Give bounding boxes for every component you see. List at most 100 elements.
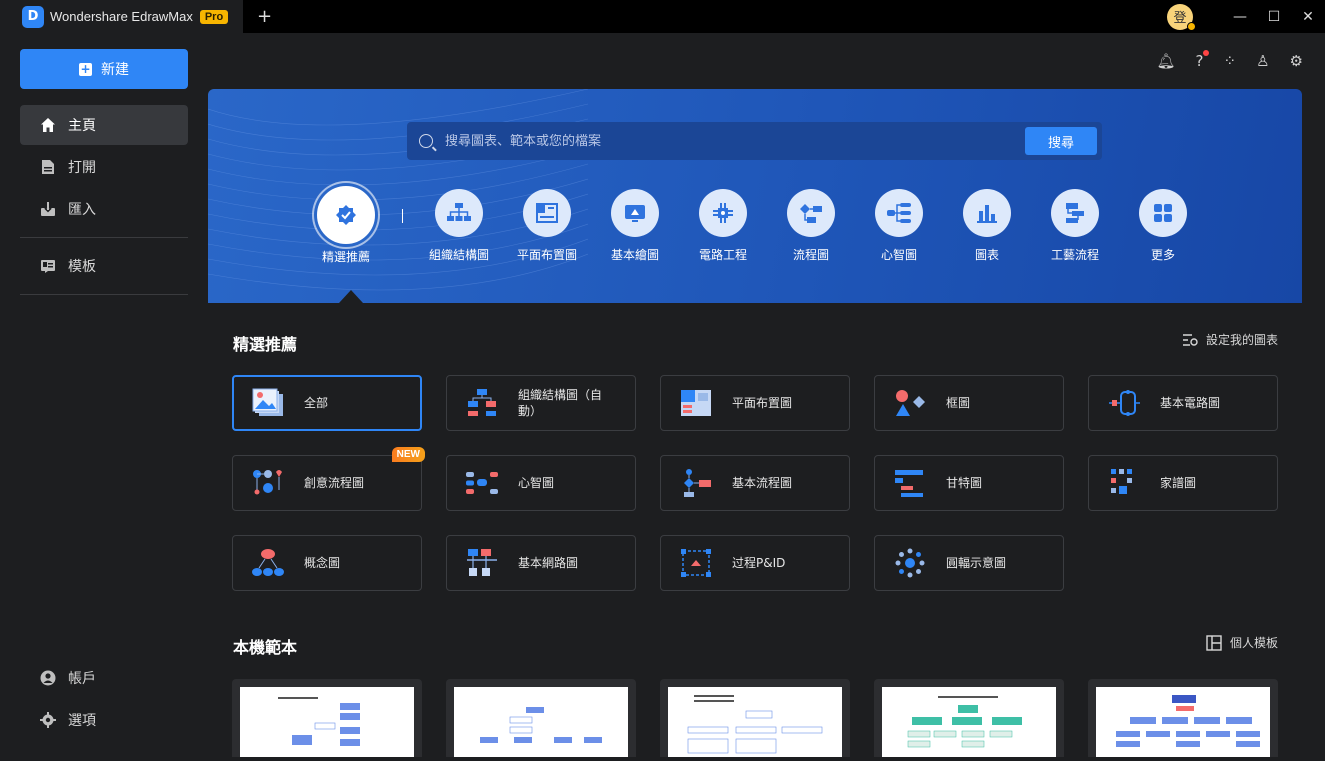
new-button[interactable]: + 新建 [20, 49, 188, 89]
pro-badge: Pro [199, 9, 229, 24]
title-bar: D Wondershare EdrawMax Pro + 登 — ☐ ✕ [0, 0, 1325, 33]
category-circuit[interactable]: 電路工程 [683, 189, 763, 263]
template-card-all[interactable]: 全部 [232, 375, 422, 431]
template-icon [40, 258, 56, 274]
avatar[interactable]: 登 [1167, 3, 1196, 31]
process-flow-icon [1051, 189, 1099, 237]
import-icon [40, 201, 56, 217]
selected-category-pointer [339, 290, 363, 303]
customize-icon [1182, 333, 1198, 346]
new-badge: NEW [391, 447, 425, 462]
crown-icon [1187, 21, 1196, 31]
featured-section-title: 精選推薦 [233, 335, 298, 354]
minimize-button[interactable]: — [1223, 9, 1257, 25]
template-thumbnail[interactable] [232, 679, 422, 757]
template-card-block-diagram[interactable]: 框圖 [874, 375, 1064, 431]
search-icon [419, 134, 433, 148]
sidebar-divider [20, 294, 188, 295]
sidebar-divider [20, 237, 188, 238]
new-tab-button[interactable]: + [257, 6, 272, 27]
mind-map-icon [465, 468, 499, 498]
sidebar-item-options[interactable]: 選項 [20, 700, 188, 740]
basic-drawing-icon [611, 189, 659, 237]
flowchart-icon [679, 468, 713, 498]
bell-icon[interactable]: 🔔︎ [1157, 52, 1176, 70]
sidebar-item-import[interactable]: 匯入 [20, 189, 188, 229]
more-grid-icon [1139, 189, 1187, 237]
category-more[interactable]: 更多 [1123, 189, 1203, 263]
file-icon [40, 159, 56, 175]
category-floor-plan[interactable]: 平面布置圖 [507, 189, 587, 263]
gantt-icon [893, 468, 927, 498]
template-card-creative-flowchart[interactable]: 創意流程圖 NEW [232, 447, 425, 511]
search-input[interactable] [445, 133, 1005, 149]
local-templates-title: 本機範本 [233, 638, 298, 657]
close-button[interactable]: ✕ [1291, 9, 1325, 25]
sidebar: + 新建 主頁 打開 匯入 模板 帳戶 選項 [0, 33, 208, 757]
category-row: 精選推薦 組織結構圖 平面布置圖 基本繪圖 電路工程 流程圖 心智圖 圖表 工藝… [208, 186, 1302, 279]
network-icon [465, 548, 499, 578]
help-icon[interactable]: ? [1196, 50, 1209, 70]
template-card-gantt[interactable]: 甘特圖 [874, 455, 1064, 511]
circuit-icon [699, 189, 747, 237]
template-card-basic-circuit[interactable]: 基本電路圖 [1088, 375, 1278, 431]
home-icon [40, 117, 56, 133]
template-card-family-tree[interactable]: 家譜圖 [1088, 455, 1278, 511]
app-title: Wondershare EdrawMax [50, 9, 193, 24]
template-card-mind-map[interactable]: 心智圖 [446, 455, 636, 511]
org-chart-icon [465, 388, 499, 418]
search-bar: 搜尋 [407, 122, 1102, 160]
theme-icon[interactable]: ♙ [1256, 52, 1269, 70]
category-chart[interactable]: 圖表 [947, 189, 1027, 263]
template-card-floor-plan[interactable]: 平面布置圖 [660, 375, 850, 431]
template-thumbnail[interactable] [1088, 679, 1278, 757]
bar-chart-icon [963, 189, 1011, 237]
concept-map-icon [251, 548, 285, 578]
top-toolbar: 🔔︎ ? ⁘ ♙ ⚙ [1157, 50, 1303, 70]
personal-templates-link[interactable]: 個人模板 [1206, 634, 1278, 651]
notification-dot [1202, 50, 1209, 56]
sidebar-item-account[interactable]: 帳戶 [20, 658, 188, 698]
category-flowchart[interactable]: 流程圖 [771, 189, 851, 263]
template-card-process-pid[interactable]: 过程P&ID [660, 535, 850, 591]
floor-plan-icon [523, 189, 571, 237]
search-button[interactable]: 搜尋 [1025, 127, 1097, 155]
settings-icon [40, 712, 56, 728]
account-icon [40, 670, 56, 686]
category-basic-drawing[interactable]: 基本繪圖 [595, 189, 675, 263]
template-thumbnail[interactable] [446, 679, 636, 757]
creative-flow-icon [251, 468, 285, 498]
pid-icon [679, 548, 713, 578]
maximize-button[interactable]: ☐ [1257, 9, 1291, 25]
template-card-spoke-diagram[interactable]: 圓輻示意圖 [874, 535, 1064, 591]
gear-icon[interactable]: ⚙ [1290, 52, 1303, 70]
customize-charts-link[interactable]: 設定我的圖表 [1182, 331, 1278, 348]
spoke-icon [893, 548, 927, 578]
apps-icon[interactable]: ⁘ [1224, 52, 1237, 70]
mind-map-icon [875, 189, 923, 237]
flowchart-icon [787, 189, 835, 237]
sidebar-item-templates[interactable]: 模板 [20, 246, 188, 286]
plus-icon: + [79, 61, 92, 76]
category-mind-map[interactable]: 心智圖 [859, 189, 939, 263]
sidebar-item-open[interactable]: 打開 [20, 147, 188, 187]
floor-plan-icon [679, 388, 713, 418]
document-tab[interactable]: D Wondershare EdrawMax Pro [0, 0, 243, 33]
category-org-chart[interactable]: 組織結構圖 [419, 189, 499, 263]
edrawmax-logo-icon: D [22, 5, 44, 28]
template-card-concept-map[interactable]: 概念圖 [232, 535, 422, 591]
category-separator [402, 209, 403, 223]
circuit-icon [1107, 388, 1141, 418]
template-thumbnail[interactable] [874, 679, 1064, 757]
family-tree-icon [1107, 468, 1141, 498]
template-card-org-chart-auto[interactable]: 組織結構圖（自動） [446, 375, 636, 431]
sidebar-item-home[interactable]: 主頁 [20, 105, 188, 145]
hero-banner: 搜尋 精選推薦 組織結構圖 平面布置圖 基本繪圖 電路工程 流程圖 [208, 89, 1302, 303]
template-thumbnail[interactable] [660, 679, 850, 757]
category-featured[interactable]: 精選推薦 [306, 186, 386, 265]
shapes-icon [893, 388, 927, 418]
template-card-basic-network[interactable]: 基本網路圖 [446, 535, 636, 591]
category-process-flow[interactable]: 工藝流程 [1035, 189, 1115, 263]
org-chart-icon [435, 189, 483, 237]
template-card-basic-flowchart[interactable]: 基本流程圖 [660, 455, 850, 511]
